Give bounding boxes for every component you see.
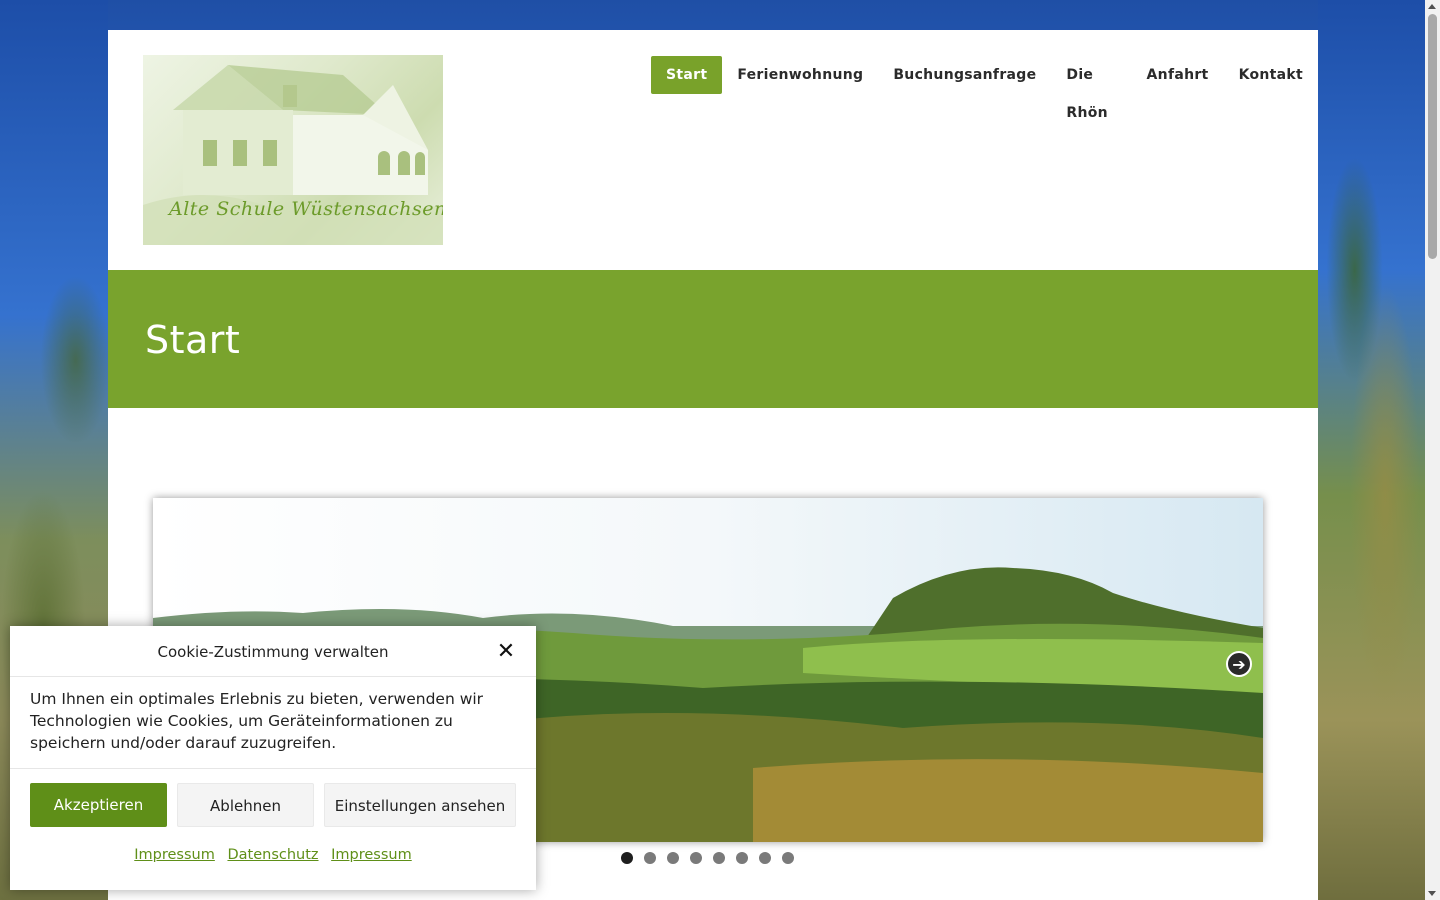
slider-dot[interactable] (621, 852, 633, 864)
deny-button[interactable]: Ablehnen (177, 783, 314, 827)
impressum-link[interactable]: Impressum (331, 847, 412, 863)
page-title-banner: Start (108, 270, 1318, 408)
slider-dot[interactable] (713, 852, 725, 864)
cookie-consent-dialog: Cookie-Zustimmung verwalten ✕ Um Ihnen e… (10, 626, 536, 890)
view-settings-button[interactable]: Einstellungen ansehen (324, 783, 516, 827)
slider-dot[interactable] (759, 852, 771, 864)
nav-item-kontakt[interactable]: Kontakt (1224, 56, 1318, 94)
impressum-link[interactable]: Impressum (134, 847, 215, 863)
accept-button[interactable]: Akzeptieren (30, 783, 167, 827)
slider-dot[interactable] (667, 852, 679, 864)
page-title: Start (145, 318, 241, 362)
background-right (1318, 0, 1440, 900)
slider-dot[interactable] (690, 852, 702, 864)
scrollbar-thumb[interactable] (1428, 14, 1437, 259)
main-navigation: Start Ferienwohnung Buchungsanfrage Die … (651, 56, 1318, 121)
cookie-links: Impressum Datenschutz Impressum (10, 847, 536, 863)
datenschutz-link[interactable]: Datenschutz (227, 847, 318, 863)
slider-dot[interactable] (644, 852, 656, 864)
cookie-message: Um Ihnen ein optimales Erlebnis zu biete… (30, 690, 484, 752)
slider-pagination (621, 852, 794, 864)
nav-item-buchungsanfrage[interactable]: Buchungsanfrage (878, 56, 1051, 94)
nav-item-die-rhoen[interactable]: Die Rhön (1051, 56, 1131, 121)
scrollbar[interactable] (1425, 0, 1440, 900)
cookie-title: Cookie-Zustimmung verwalten (10, 626, 536, 677)
divider (10, 768, 536, 769)
slider-dot[interactable] (782, 852, 794, 864)
scroll-up-icon[interactable] (1428, 4, 1436, 9)
arrow-right-icon[interactable]: ➔ (1226, 651, 1252, 677)
scroll-down-icon[interactable] (1428, 891, 1436, 896)
slider-dot[interactable] (736, 852, 748, 864)
nav-item-anfahrt[interactable]: Anfahrt (1132, 56, 1224, 94)
site-logo[interactable]: Alte Schule Wüstensachsen (143, 55, 443, 245)
nav-item-start[interactable]: Start (651, 56, 723, 94)
nav-item-ferienwohnung[interactable]: Ferienwohnung (722, 56, 878, 94)
logo-text: Alte Schule Wüstensachsen (169, 198, 443, 220)
close-icon[interactable]: ✕ (496, 641, 516, 663)
